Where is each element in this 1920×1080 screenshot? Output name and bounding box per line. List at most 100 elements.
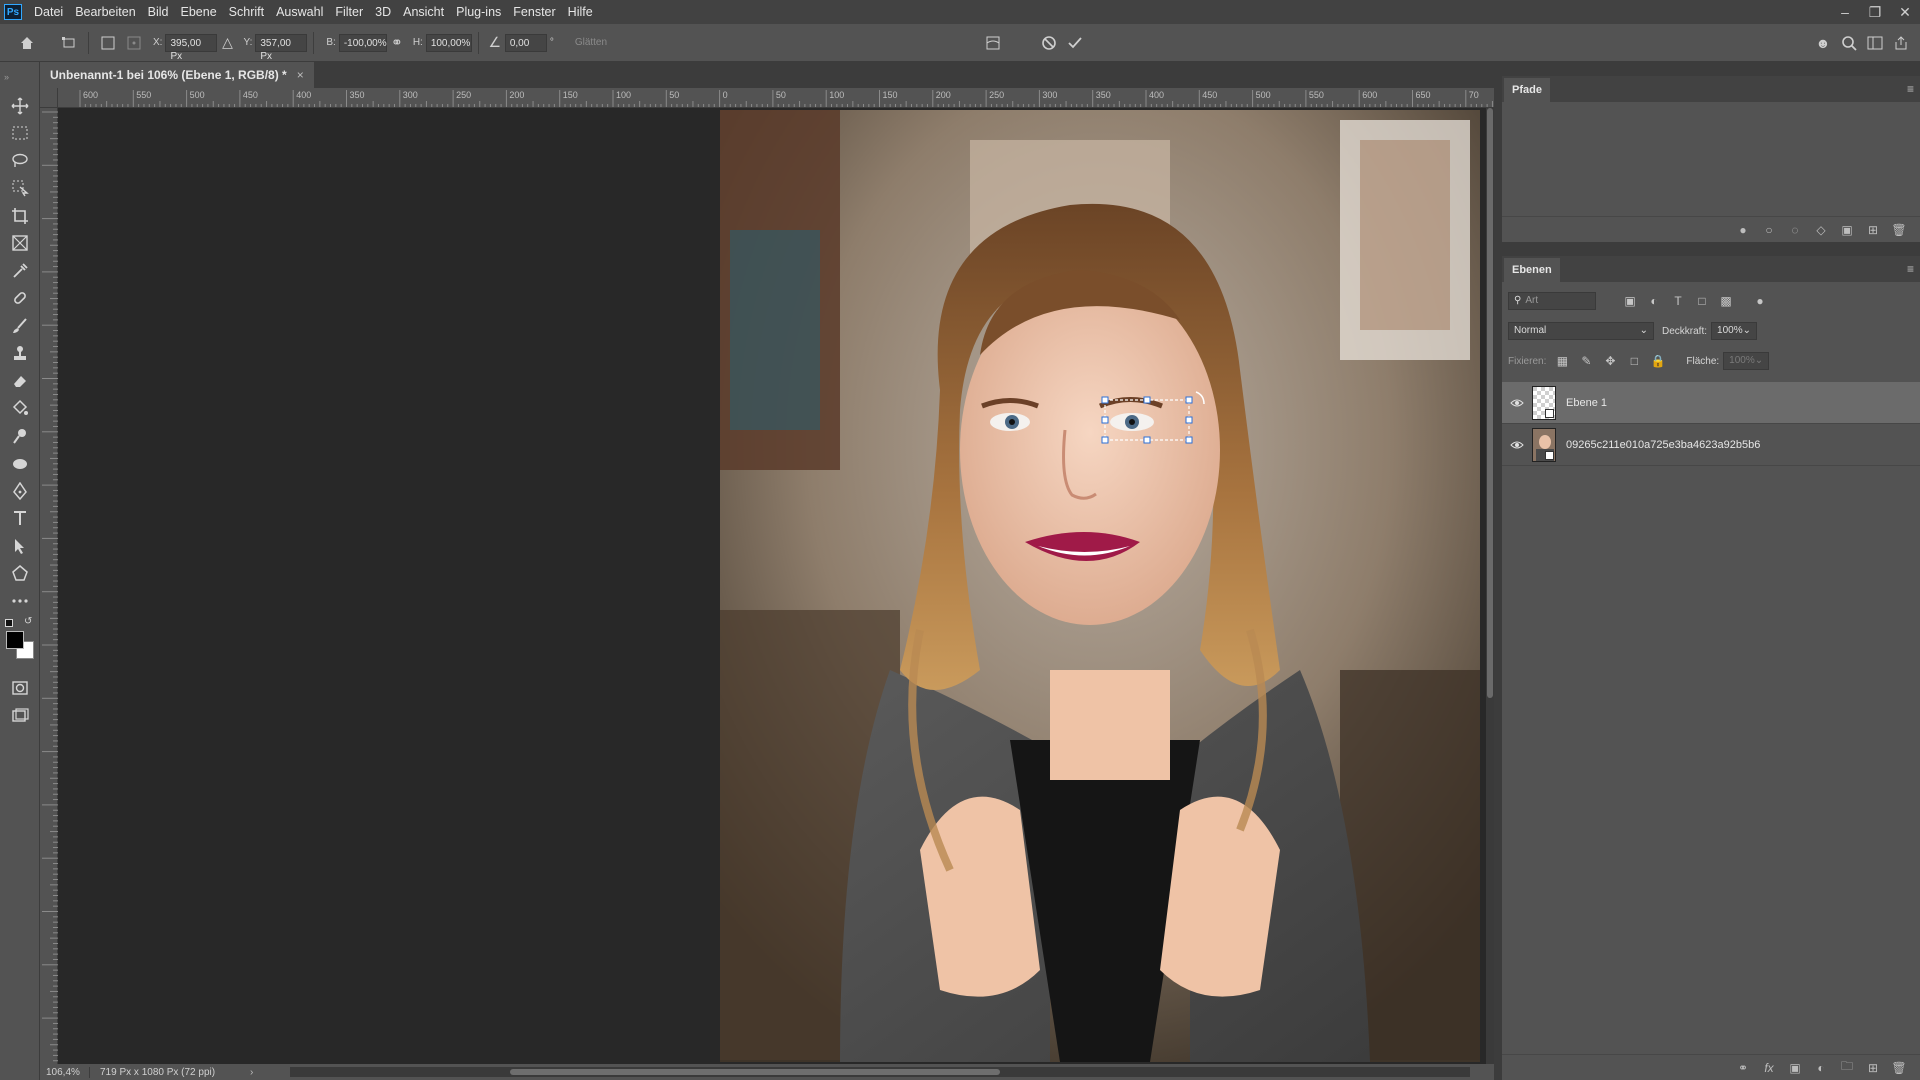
menu-fenster[interactable]: Fenster <box>507 0 561 24</box>
brush-tool-icon[interactable] <box>0 312 40 340</box>
angle-field[interactable]: 0,00 <box>504 33 547 52</box>
lock-all-icon[interactable]: 🔒 <box>1646 354 1670 368</box>
new-path-icon[interactable]: ⊞ <box>1860 223 1886 237</box>
ruler-corner[interactable] <box>40 88 58 108</box>
screen-mode-icon[interactable] <box>0 702 40 730</box>
menu-bild[interactable]: Bild <box>142 0 175 24</box>
tab-paths[interactable]: Pfade <box>1504 78 1550 102</box>
link-icon[interactable]: ⚭ <box>387 30 407 56</box>
delta-icon[interactable]: △ <box>217 30 237 56</box>
commit-transform-icon[interactable] <box>1062 30 1088 56</box>
layer-filter-search[interactable]: ⚲ Art <box>1508 292 1596 310</box>
reference-grid-icon[interactable] <box>121 30 147 56</box>
filter-toggle-icon[interactable]: ● <box>1748 294 1772 308</box>
delete-path-icon[interactable]: 🗑 <box>1886 223 1912 237</box>
vertical-scroll-thumb[interactable] <box>1487 108 1493 698</box>
default-colors-icon[interactable] <box>5 618 13 627</box>
frame-tool-icon[interactable] <box>0 230 40 258</box>
zoom-level[interactable]: 106,4% <box>40 1066 90 1078</box>
delete-layer-icon[interactable]: 🗑 <box>1886 1061 1912 1075</box>
status-arrow-icon[interactable]: › <box>250 1067 253 1078</box>
close-tab-icon[interactable]: × <box>297 68 304 82</box>
cancel-transform-icon[interactable] <box>1036 30 1062 56</box>
eye-icon[interactable] <box>1502 440 1532 450</box>
filter-shape-icon[interactable]: □ <box>1690 294 1714 308</box>
opacity-field[interactable]: 100% ⌄ <box>1711 322 1758 340</box>
layers-panel-menu-icon[interactable]: ≡ <box>1907 262 1914 276</box>
move-tool-icon[interactable] <box>0 92 40 120</box>
path-selection-tool-icon[interactable] <box>0 532 40 560</box>
minimize-icon[interactable]: – <box>1830 0 1860 24</box>
layer-style-icon[interactable]: fx <box>1756 1061 1782 1075</box>
close-icon[interactable]: ✕ <box>1890 0 1920 24</box>
foreground-color-swatch[interactable] <box>6 630 24 649</box>
new-group-icon[interactable]: 🗀 <box>1834 1057 1860 1078</box>
layer-name[interactable]: 09265c211e010a725e3ba4623a92b5b6 <box>1566 439 1760 451</box>
menu-auswahl[interactable]: Auswahl <box>270 0 329 24</box>
tab-layers[interactable]: Ebenen <box>1504 258 1560 282</box>
adjustment-layer-icon[interactable]: ◐ <box>1808 1061 1834 1075</box>
paint-bucket-tool-icon[interactable] <box>0 395 40 423</box>
add-mask-icon[interactable]: ▣ <box>1834 223 1860 237</box>
pen-tool-icon[interactable] <box>0 477 40 505</box>
y-position-field[interactable]: 357,00 Px <box>255 33 308 62</box>
menu-schrift[interactable]: Schrift <box>223 0 270 24</box>
lock-transparent-icon[interactable]: ▦ <box>1550 354 1574 368</box>
share-icon[interactable] <box>1888 30 1914 56</box>
quick-mask-icon[interactable] <box>0 675 40 703</box>
document-tab[interactable]: Unbenannt-1 bei 106% (Ebene 1, RGB/8) * … <box>40 62 314 88</box>
home-icon[interactable] <box>14 30 40 56</box>
stroke-path-icon[interactable]: ○ <box>1756 223 1782 237</box>
more-tools-icon[interactable] <box>0 587 40 615</box>
paths-panel-menu-icon[interactable]: ≡ <box>1907 82 1914 96</box>
healing-brush-tool-icon[interactable] <box>0 285 40 313</box>
user-icon[interactable]: ☻ <box>1810 30 1836 56</box>
sponge-tool-icon[interactable] <box>0 450 40 478</box>
filter-adjustment-icon[interactable]: ◐ <box>1642 294 1666 308</box>
horizontal-scrollbar[interactable] <box>290 1067 1470 1077</box>
load-selection-icon[interactable]: ◌ <box>1782 223 1808 237</box>
crop-tool-icon[interactable] <box>0 202 40 230</box>
horizontal-ruler[interactable]: 600 550 500 450 400 350 300 250 200 150 100 50 0 50 10… <box>58 88 1494 108</box>
smooth-label[interactable]: Glätten <box>575 37 607 48</box>
menu-ebene[interactable]: Ebene <box>175 0 223 24</box>
reference-point-icon[interactable] <box>95 30 121 56</box>
menu-datei[interactable]: Datei <box>28 0 69 24</box>
shape-tool-icon[interactable] <box>0 560 40 588</box>
restore-icon[interactable]: ❐ <box>1860 0 1890 24</box>
type-tool-icon[interactable] <box>0 505 40 533</box>
lasso-tool-icon[interactable] <box>0 147 40 175</box>
layer-row[interactable]: 09265c211e010a725e3ba4623a92b5b6 <box>1502 424 1920 466</box>
layer-row[interactable]: Ebene 1 <box>1502 382 1920 424</box>
transform-tool-icon[interactable] <box>56 30 82 56</box>
object-selection-tool-icon[interactable] <box>0 175 40 203</box>
add-layer-mask-icon[interactable]: ▣ <box>1782 1061 1808 1075</box>
dodge-tool-icon[interactable] <box>0 422 40 450</box>
lock-position-icon[interactable]: ✥ <box>1598 354 1622 368</box>
vertical-scrollbar[interactable] <box>1486 108 1494 1064</box>
fill-path-icon[interactable]: ● <box>1730 223 1756 237</box>
new-layer-icon[interactable]: ⊞ <box>1860 1061 1886 1075</box>
filter-pixel-icon[interactable]: ▣ <box>1618 294 1642 308</box>
search-icon[interactable] <box>1836 30 1862 56</box>
filter-smart-object-icon[interactable]: ▩ <box>1714 294 1738 308</box>
photo-layer[interactable] <box>720 110 1480 1062</box>
clone-stamp-tool-icon[interactable] <box>0 340 40 368</box>
lock-artboard-icon[interactable]: □ <box>1622 354 1646 368</box>
menu-ansicht[interactable]: Ansicht <box>397 0 450 24</box>
menu-hilfe[interactable]: Hilfe <box>562 0 599 24</box>
workspace-icon[interactable] <box>1862 30 1888 56</box>
x-position-field[interactable]: 395,00 Px <box>165 33 218 62</box>
menu-3d[interactable]: 3D <box>369 0 397 24</box>
make-work-path-icon[interactable]: ◇ <box>1808 223 1834 237</box>
eyedropper-tool-icon[interactable] <box>0 257 40 285</box>
vertical-ruler[interactable] <box>40 108 58 1064</box>
warp-icon[interactable] <box>980 30 1006 56</box>
collapse-toolbar-icon[interactable]: » <box>0 62 39 92</box>
horizontal-scroll-thumb[interactable] <box>510 1069 1000 1075</box>
menu-bearbeiten[interactable]: Bearbeiten <box>69 0 141 24</box>
menu-plugins[interactable]: Plug-ins <box>450 0 507 24</box>
filter-type-icon[interactable]: T <box>1666 294 1690 308</box>
eye-icon[interactable] <box>1502 398 1532 408</box>
blend-mode-select[interactable]: Normal ⌄ <box>1508 322 1654 340</box>
